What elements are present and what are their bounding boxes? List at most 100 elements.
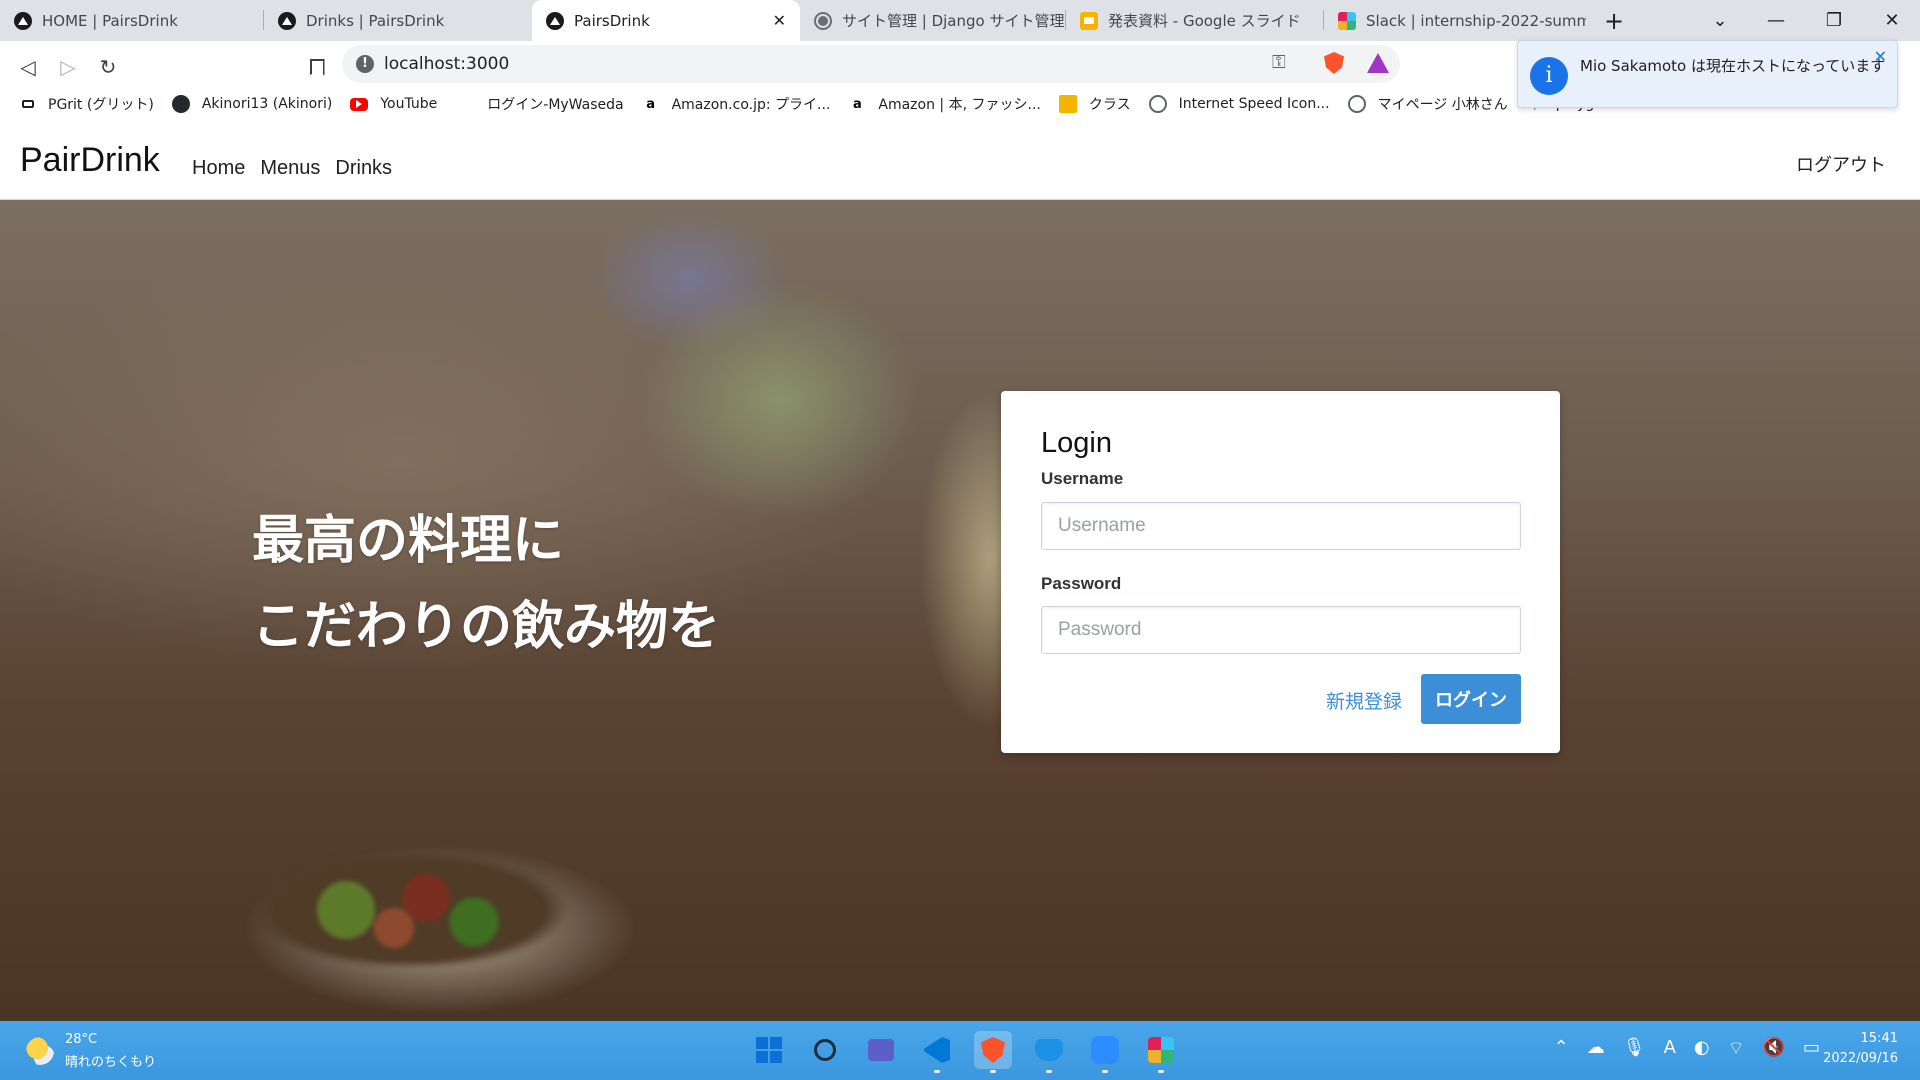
weather-icon[interactable] <box>26 1037 54 1065</box>
battery-icon[interactable]: ▭ <box>1803 1037 1820 1060</box>
brave-logo-icon <box>981 1037 1005 1063</box>
bookmark-youtube[interactable]: YouTube <box>350 96 437 112</box>
login-title: Login <box>1041 427 1112 459</box>
bookmark-icon[interactable] <box>302 49 332 85</box>
browser-tab-strip: HOME | PairsDrink Drinks | PairsDrink Pa… <box>0 0 1920 41</box>
bookmark-amazon-books[interactable]: a Amazon | 本, ファッシ... <box>848 94 1041 114</box>
vscode-logo-icon <box>924 1037 950 1063</box>
nav-menus-link[interactable]: Menus <box>260 157 320 180</box>
tab-title: PairsDrink <box>574 11 650 30</box>
ime-icon[interactable]: A <box>1664 1037 1676 1060</box>
bookmark-internet-speed[interactable]: Internet Speed Icon... <box>1148 95 1330 113</box>
tab-home-pairsdrink[interactable]: HOME | PairsDrink <box>0 0 264 41</box>
nav-drinks-link[interactable]: Drinks <box>335 157 392 180</box>
logout-link[interactable]: ログアウト <box>1796 151 1886 177</box>
reload-icon[interactable]: ↻ <box>90 49 126 85</box>
tab-title: 発表資料 - Google スライド <box>1108 12 1301 30</box>
youtube-icon <box>350 97 369 111</box>
tab-close-icon[interactable]: ✕ <box>773 11 786 30</box>
tab-drinks-pairsdrink[interactable]: Drinks | PairsDrink <box>264 0 532 41</box>
window-icon <box>22 100 34 108</box>
triangle-logo-icon <box>14 11 32 30</box>
focus-icon[interactable]: ◐ <box>1694 1037 1710 1060</box>
tab-django-admin[interactable]: サイト管理 | Django サイト管理 <box>800 0 1066 41</box>
login-button[interactable]: ログイン <box>1421 674 1521 724</box>
tab-search-chevron-icon[interactable]: ⌄ <box>1692 0 1748 41</box>
brave-rewards-icon[interactable] <box>1367 53 1389 73</box>
window-close-icon[interactable]: ✕ <box>1864 0 1920 41</box>
zoom-logo-icon <box>1091 1036 1119 1064</box>
onedrive-icon[interactable]: ☁ <box>1587 1037 1605 1060</box>
nav-links: Home Menus Drinks <box>192 157 392 180</box>
key-icon[interactable]: ⚿ <box>1272 52 1286 73</box>
hero-line-2: こだわりの飲み物を <box>252 597 721 657</box>
host-notification: i Mio Sakamoto は現在ホストになっています ✕ <box>1517 40 1898 108</box>
site-info-icon[interactable]: ! <box>356 55 374 73</box>
slack-icon <box>1338 11 1356 30</box>
bookmark-pgrit[interactable]: PGrit (グリット) <box>22 94 154 114</box>
password-input[interactable] <box>1041 606 1521 654</box>
microphone-icon[interactable]: 🎙 <box>1623 1037 1646 1060</box>
login-card: Login Username Password 新規登録 ログイン <box>1001 391 1560 753</box>
running-indicator <box>1102 1070 1108 1073</box>
start-icon[interactable] <box>750 1031 788 1069</box>
amazon-icon: a <box>853 96 862 112</box>
new-tab-button[interactable]: + <box>1586 0 1642 41</box>
bookmark-mypage[interactable]: マイページ 小林さん <box>1347 94 1508 114</box>
docker-icon[interactable] <box>1030 1031 1068 1073</box>
vscode-icon[interactable] <box>918 1031 956 1073</box>
search-icon[interactable] <box>806 1031 844 1069</box>
hero-tagline: 最高の料理に こだわりの飲み物を <box>252 498 720 670</box>
brand-logo[interactable]: PairDrink <box>20 141 160 180</box>
speaker-muted-icon[interactable]: 🔇 <box>1763 1037 1785 1060</box>
signup-link[interactable]: 新規登録 <box>1326 687 1402 714</box>
bookmark-label: Amazon.co.jp: プライ... <box>671 97 831 113</box>
notification-close-icon[interactable]: ✕ <box>1874 47 1887 66</box>
amazon-icon: a <box>646 96 655 112</box>
weather-description[interactable]: 晴れのちくもり <box>65 1051 156 1070</box>
bookmark-github[interactable]: Akinori13 (Akinori) <box>171 95 332 113</box>
tab-google-slides[interactable]: 発表資料 - Google スライド <box>1066 0 1324 41</box>
system-tray: ⌃ ☁ 🎙 A ◐ ⌔ 🔇 ▭ <box>1554 1037 1820 1060</box>
url-text[interactable]: localhost:3000 <box>384 54 509 74</box>
slack-icon[interactable] <box>1142 1031 1180 1073</box>
nav-home-link[interactable]: Home <box>192 157 245 180</box>
tab-pairsdrink-active[interactable]: PairsDrink ✕ <box>532 0 800 41</box>
bookmark-classroom[interactable]: クラス <box>1058 94 1131 114</box>
app-navbar: PairDrink Home Menus Drinks ログアウト <box>0 121 1920 200</box>
bookmark-amazon-prime[interactable]: a Amazon.co.jp: プライ... <box>642 94 831 114</box>
running-indicator <box>1046 1070 1052 1073</box>
tab-title: Drinks | PairsDrink <box>306 11 445 30</box>
forward-icon[interactable]: ▷ <box>50 49 86 85</box>
restore-icon[interactable]: ❐ <box>1806 0 1862 41</box>
notification-text: Mio Sakamoto は現在ホストになっています <box>1580 57 1886 75</box>
docker-logo-icon <box>1035 1039 1063 1061</box>
running-indicator <box>990 1070 996 1073</box>
brave-icon[interactable] <box>974 1031 1012 1073</box>
food-dish-image <box>250 850 570 970</box>
bookmark-label: PGrit (グリット) <box>48 97 154 113</box>
weather-temperature[interactable]: 28°C <box>65 1032 97 1047</box>
address-bar[interactable]: ! localhost:3000 ⚿ <box>342 45 1400 83</box>
zoom-icon[interactable] <box>1086 1031 1124 1073</box>
username-input[interactable] <box>1041 502 1521 550</box>
brave-shields-icon[interactable] <box>1324 52 1344 74</box>
github-icon <box>171 95 190 113</box>
triangle-logo-icon <box>546 11 564 30</box>
chevron-up-icon[interactable]: ⌃ <box>1554 1037 1569 1060</box>
globe-icon <box>814 11 832 30</box>
wifi-icon[interactable]: ⌔ <box>1728 1037 1745 1060</box>
back-icon[interactable]: ◁ <box>10 49 46 85</box>
bookmark-label: Amazon | 本, ファッシ... <box>878 97 1041 113</box>
hero-background: 最高の料理に こだわりの飲み物を <box>0 200 1920 1021</box>
bookmark-label: マイページ 小林さん <box>1377 97 1508 113</box>
clock-date[interactable]: 2022/09/16 <box>1823 1051 1898 1066</box>
minimize-icon[interactable]: — <box>1748 0 1804 41</box>
bookmark-mywaseda[interactable]: ログイン-MyWaseda <box>487 94 623 114</box>
tab-slack[interactable]: Slack | internship-2022-summer- <box>1324 0 1586 41</box>
username-label: Username <box>1041 469 1124 488</box>
bookmark-label: ログイン-MyWaseda <box>487 97 624 113</box>
bookmark-label: Internet Speed Icon... <box>1178 96 1330 112</box>
clock-time[interactable]: 15:41 <box>1861 1031 1898 1046</box>
teams-icon[interactable] <box>862 1031 900 1069</box>
